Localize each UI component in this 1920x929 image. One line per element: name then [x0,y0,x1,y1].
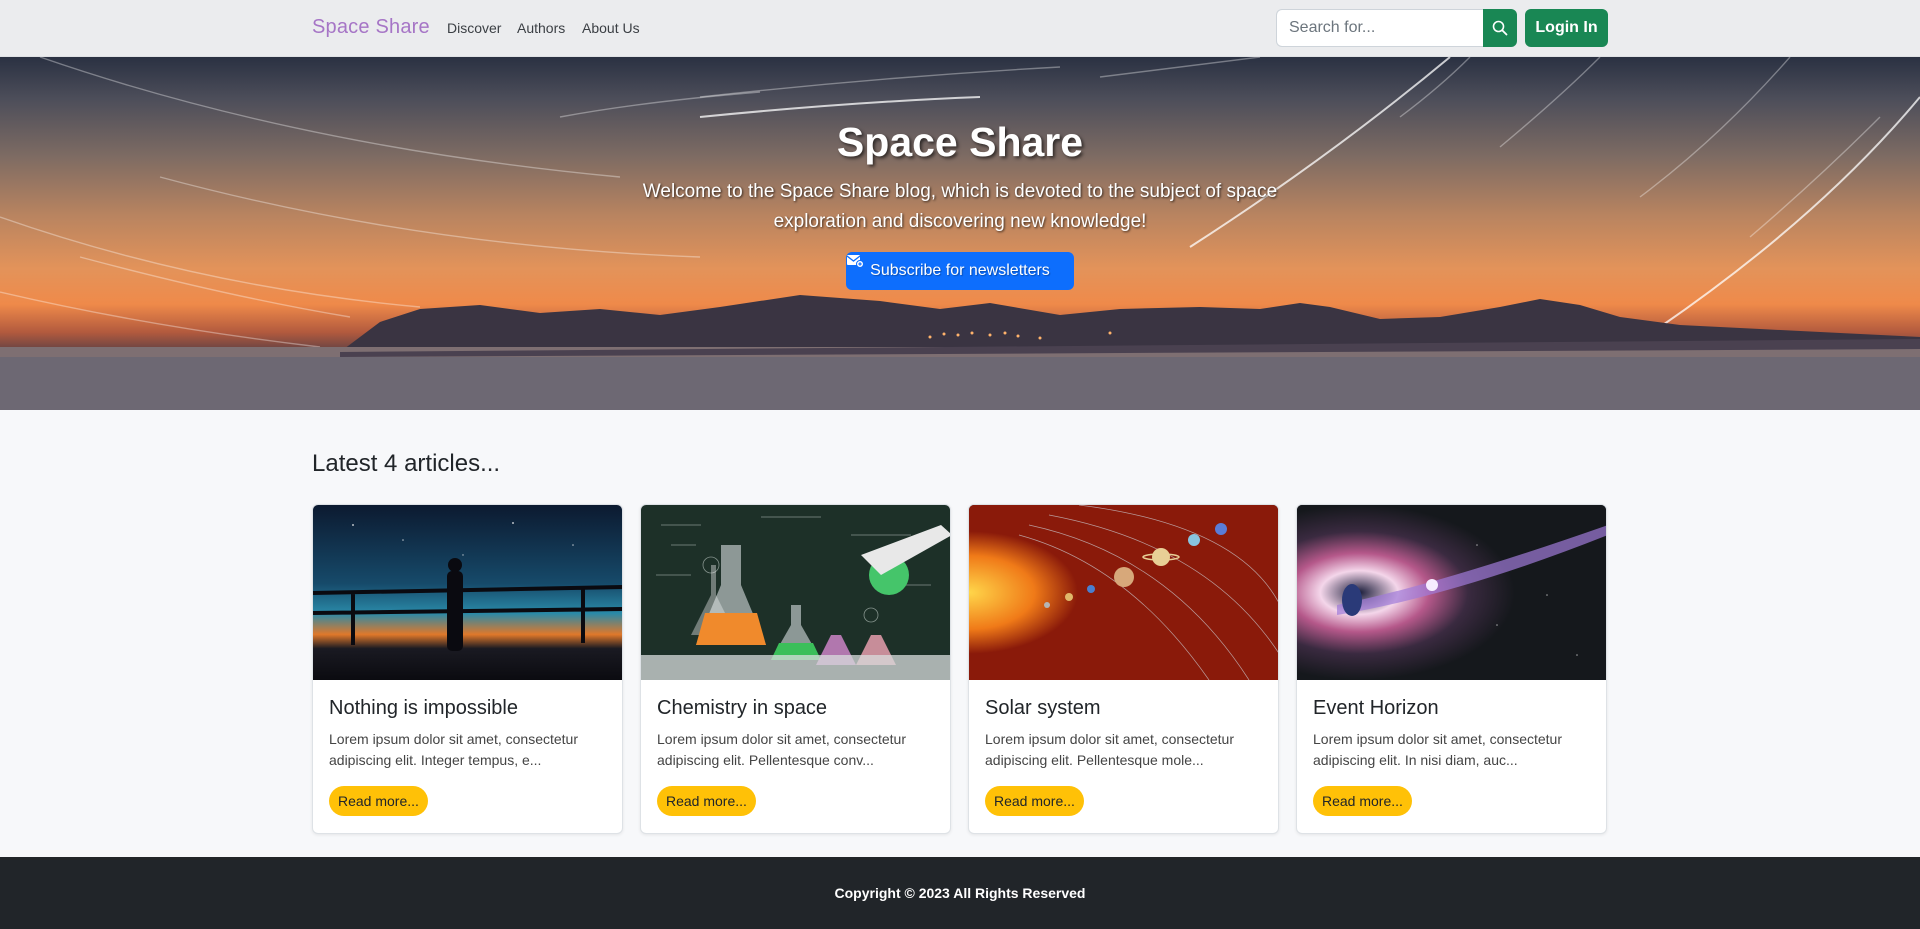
subscribe-button[interactable]: Subscribe for newsletters [846,252,1074,290]
navbar: Space Share Discover Authors About Us Lo… [0,0,1920,57]
nav-link-about-us[interactable]: About Us [582,20,640,36]
article-excerpt: Lorem ipsum dolor sit amet, consectetur … [985,731,1234,768]
search-button[interactable] [1483,9,1517,47]
article-image-person-under-stars [313,505,622,680]
login-button[interactable]: Login In [1525,9,1608,47]
nav-link-authors[interactable]: Authors [517,20,565,36]
article-title: Nothing is impossible [329,697,518,719]
article-card-chemistry-in-space: Chemistry in space Lorem ipsum dolor sit… [640,504,951,834]
article-image-chemistry-flasks [641,505,950,680]
article-card-event-horizon: Event Horizon Lorem ipsum dolor sit amet… [1296,504,1607,834]
brand-logo[interactable]: Space Share [312,16,430,39]
search-input[interactable] [1276,9,1484,47]
article-excerpt: Lorem ipsum dolor sit amet, consectetur … [1313,731,1562,768]
hero-title: Space Share [836,119,1084,165]
article-card-nothing-is-impossible: Nothing is impossible Lorem ipsum dolor … [312,504,623,834]
latest-articles-heading: Latest 4 articles... [312,450,501,477]
article-title: Solar system [985,697,1101,719]
read-more-button[interactable]: Read more... [985,786,1084,816]
read-more-button[interactable]: Read more... [1313,786,1412,816]
hero-subtitle: Welcome to the Space Share blog, which i… [642,181,1278,232]
article-excerpt: Lorem ipsum dolor sit amet, consectetur … [329,731,578,768]
subscribe-label: Subscribe for newsletters [870,262,1050,279]
article-title: Event Horizon [1313,697,1439,719]
read-more-button[interactable]: Read more... [329,786,428,816]
footer: Copyright © 2023 All Rights Reserved [0,857,1920,929]
article-image-black-hole [1297,505,1606,680]
read-more-button[interactable]: Read more... [657,786,756,816]
copyright-text: Copyright © 2023 All Rights Reserved [834,885,1086,901]
article-excerpt: Lorem ipsum dolor sit amet, consectetur … [657,731,906,768]
article-title: Chemistry in space [657,697,828,719]
article-image-solar-system [969,505,1278,680]
hero-banner: Space Share Welcome to the Space Share b… [0,57,1920,410]
mail-icon [846,255,864,268]
search-icon [1492,20,1508,36]
nav-link-discover[interactable]: Discover [447,20,501,36]
article-card-solar-system: Solar system Lorem ipsum dolor sit amet,… [968,504,1279,834]
